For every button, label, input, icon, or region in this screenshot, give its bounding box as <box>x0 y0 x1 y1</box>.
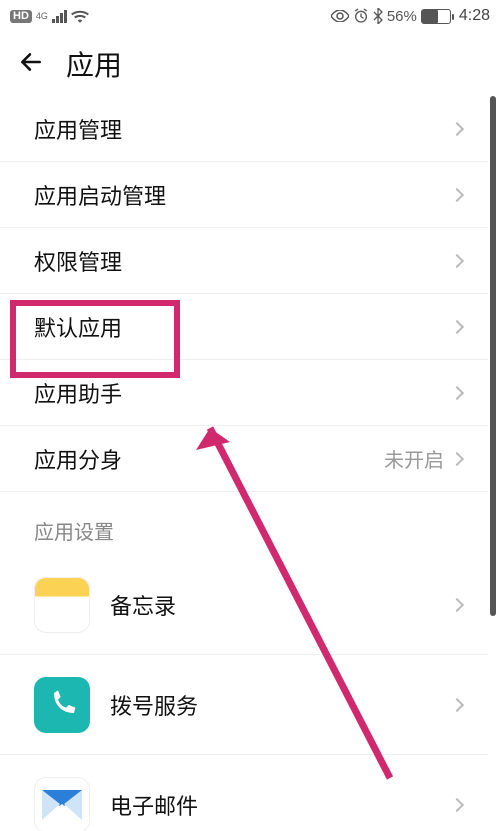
row-value: 未开启 <box>384 444 444 473</box>
network-label: 4G <box>36 12 48 20</box>
notes-icon <box>34 577 90 633</box>
mail-icon <box>34 777 90 831</box>
row-app-twin[interactable]: 应用分身 未开启 <box>0 426 488 492</box>
row-app-manage[interactable]: 应用管理 <box>0 96 488 162</box>
row-label: 应用管理 <box>34 113 122 145</box>
bluetooth-icon <box>373 8 383 24</box>
clock: 4:28 <box>459 7 490 25</box>
page-header: 应用 <box>0 32 500 96</box>
eye-icon <box>331 10 349 22</box>
battery-icon <box>421 9 451 24</box>
wifi-icon <box>71 9 89 23</box>
page-title: 应用 <box>66 44 122 84</box>
chevron-right-icon <box>450 597 464 611</box>
row-label: 权限管理 <box>34 245 122 277</box>
status-bar: HD 4G 56% 4:28 <box>0 0 500 32</box>
row-permission[interactable]: 权限管理 <box>0 228 488 294</box>
row-label: 默认应用 <box>34 311 122 343</box>
chevron-right-icon <box>450 319 464 333</box>
phone-icon <box>34 677 90 733</box>
chevron-right-icon <box>450 385 464 399</box>
chevron-right-icon <box>450 253 464 267</box>
row-label: 应用助手 <box>34 377 122 409</box>
app-row-mail[interactable]: 电子邮件 <box>0 755 488 831</box>
app-row-notes[interactable]: 备忘录 <box>0 555 488 655</box>
row-label: 应用分身 <box>34 443 122 475</box>
hd-badge: HD <box>10 10 32 23</box>
back-button[interactable] <box>18 49 44 80</box>
battery-text: 56% <box>387 8 417 25</box>
chevron-right-icon <box>450 798 464 812</box>
app-row-dialer[interactable]: 拨号服务 <box>0 655 488 755</box>
app-label: 备忘录 <box>110 589 452 621</box>
scrollbar-thumb[interactable] <box>490 96 496 616</box>
row-app-assist[interactable]: 应用助手 <box>0 360 488 426</box>
row-app-launch[interactable]: 应用启动管理 <box>0 162 488 228</box>
row-label: 应用启动管理 <box>34 179 166 211</box>
chevron-right-icon <box>450 187 464 201</box>
app-label: 拨号服务 <box>110 689 452 721</box>
back-arrow-icon <box>18 49 44 75</box>
signal-icon <box>52 9 67 23</box>
section-title: 应用设置 <box>0 516 488 555</box>
chevron-right-icon <box>450 697 464 711</box>
app-label: 电子邮件 <box>110 789 452 821</box>
row-default-apps[interactable]: 默认应用 <box>0 294 488 360</box>
chevron-right-icon <box>450 451 464 465</box>
alarm-icon <box>353 8 369 24</box>
scrollbar[interactable] <box>490 96 496 831</box>
chevron-right-icon <box>450 121 464 135</box>
